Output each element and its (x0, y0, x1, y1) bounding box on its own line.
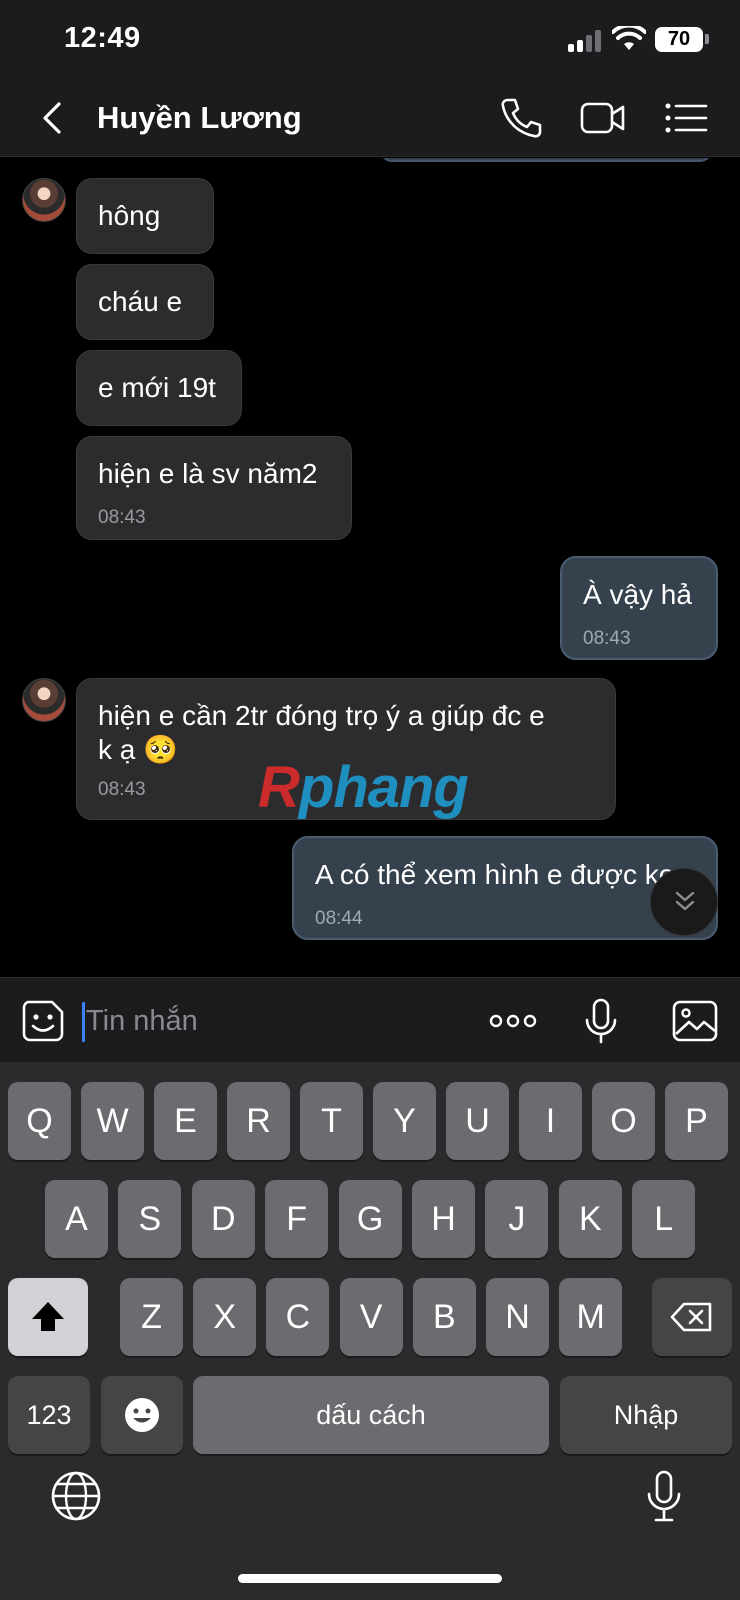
key-b[interactable]: B (412, 1278, 476, 1356)
emoji-key[interactable] (101, 1376, 183, 1454)
key-a[interactable]: A (45, 1180, 108, 1258)
status-time: 12:49 (64, 22, 141, 54)
key-s[interactable]: S (118, 1180, 182, 1258)
battery-icon: 70 (655, 27, 703, 52)
key-z[interactable]: Z (120, 1278, 183, 1356)
key-k[interactable]: K (558, 1180, 622, 1258)
text-caret (82, 1002, 85, 1042)
image-picker-button[interactable] (670, 996, 720, 1046)
message-text: hiện e cần 2tr đóng trọ ý a giúp đc e (98, 700, 545, 731)
incoming-message[interactable]: cháu e (76, 264, 214, 340)
key-y[interactable]: Y (373, 1082, 436, 1160)
key-e[interactable]: E (154, 1082, 217, 1160)
battery-tip (705, 34, 709, 44)
chat-header: Huyền Lương (0, 80, 740, 157)
menu-list-button[interactable] (662, 94, 712, 142)
incoming-message[interactable]: hông (76, 178, 214, 254)
voice-message-button[interactable] (576, 996, 626, 1046)
incoming-message[interactable]: e mới 19t (76, 350, 242, 426)
home-indicator (238, 1574, 502, 1583)
contact-avatar[interactable] (22, 178, 66, 222)
message-input[interactable] (86, 998, 466, 1044)
key-h[interactable]: H (412, 1180, 475, 1258)
dictation-button[interactable] (636, 1468, 692, 1524)
message-input-bar (0, 977, 740, 1062)
message-text: hông (98, 200, 161, 231)
key-u[interactable]: U (446, 1082, 509, 1160)
key-i[interactable]: I (519, 1082, 582, 1160)
backspace-icon (670, 1302, 712, 1332)
key-o[interactable]: O (592, 1082, 655, 1160)
key-j[interactable]: J (485, 1180, 549, 1258)
key-x[interactable]: X (193, 1278, 257, 1356)
key-f[interactable]: F (265, 1180, 329, 1258)
chevron-double-down-icon (675, 891, 695, 911)
contact-name[interactable]: Huyền Lương (97, 100, 302, 136)
outgoing-message[interactable]: À vậy hả 08:43 (560, 556, 718, 660)
message-time: 08:43 (583, 628, 631, 649)
wifi-icon (612, 26, 646, 50)
message-time: 08:43 (98, 507, 146, 528)
message-text: hiện e là sv năm2 (98, 458, 318, 489)
key-c[interactable]: C (266, 1278, 330, 1356)
numbers-key[interactable]: 123 (8, 1376, 90, 1454)
incoming-message[interactable]: hiện e là sv năm2 08:43 (76, 436, 352, 540)
key-v[interactable]: V (339, 1278, 403, 1356)
contact-avatar[interactable] (22, 678, 66, 722)
return-key[interactable]: Nhập (560, 1376, 732, 1454)
key-m[interactable]: M (559, 1278, 623, 1356)
message-list[interactable]: hông cháu e e mới 19t hiện e là sv năm2 … (0, 158, 740, 978)
previous-message-edge (380, 158, 712, 162)
status-bar: 12:49 70 (0, 0, 740, 80)
watermark-logo: Rphang (258, 755, 469, 820)
phone-call-button[interactable] (496, 94, 546, 142)
key-n[interactable]: N (486, 1278, 549, 1356)
key-p[interactable]: P (665, 1082, 728, 1160)
emoji-icon (125, 1398, 159, 1432)
key-r[interactable]: R (227, 1082, 290, 1160)
shift-key[interactable] (8, 1278, 88, 1356)
message-text: À vậy hả (583, 579, 692, 610)
video-call-button[interactable] (578, 94, 628, 142)
shift-arrow-icon (32, 1302, 64, 1331)
globe-button[interactable] (48, 1468, 104, 1524)
key-w[interactable]: W (81, 1082, 144, 1160)
message-text: e mới 19t (98, 372, 216, 403)
more-options-button[interactable] (488, 996, 538, 1046)
sticker-button[interactable] (18, 996, 68, 1046)
key-d[interactable]: D (191, 1180, 255, 1258)
space-key[interactable]: dấu cách (193, 1376, 549, 1454)
backspace-key[interactable] (652, 1278, 732, 1356)
message-time: 08:44 (315, 908, 363, 929)
cellular-signal-icon (568, 30, 604, 52)
key-q[interactable]: Q (8, 1082, 71, 1160)
on-screen-keyboard: QWERTYUIOP ASDFGHJKL ZXCVBNM 123 dấu các… (0, 1062, 740, 1600)
key-l[interactable]: L (632, 1180, 696, 1258)
message-text: A có thể xem hình e được ko (315, 859, 675, 890)
message-text: cháu e (98, 286, 183, 317)
back-button[interactable] (32, 96, 76, 140)
scroll-to-bottom-button[interactable] (650, 868, 718, 936)
key-g[interactable]: G (338, 1180, 402, 1258)
key-t[interactable]: T (300, 1082, 363, 1160)
